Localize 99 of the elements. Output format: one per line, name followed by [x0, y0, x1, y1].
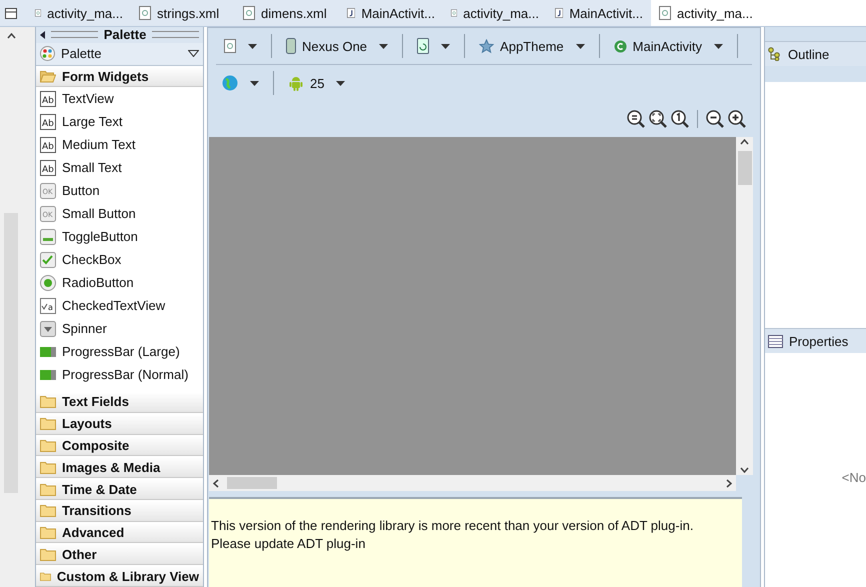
palette-item[interactable]: Ab Small Text — [36, 156, 203, 180]
checkbox-widget-icon — [40, 252, 56, 268]
text-widget-icon: Ab — [40, 90, 56, 107]
item-label: RadioButton — [62, 275, 134, 290]
theme-dropdown[interactable]: AppTheme — [475, 38, 589, 54]
scroll-up-icon[interactable] — [740, 139, 749, 145]
panel-title: Properties — [789, 334, 848, 348]
text-widget-icon: Ab — [40, 114, 56, 130]
item-label: Small Text — [62, 160, 122, 176]
item-label: Medium Text — [62, 137, 136, 152]
warning-message: This version of the rendering library is more recent than your version of ADT plug-in. — [211, 517, 694, 535]
dropdown-caret-icon[interactable] — [250, 80, 259, 86]
radio-widget-icon — [40, 274, 56, 291]
palette-icon — [40, 46, 55, 62]
text-widget-icon: Ab — [40, 160, 56, 176]
palette-item[interactable]: Ab TextView — [36, 87, 203, 110]
folder-icon — [40, 482, 56, 496]
panel-title: Outline — [788, 46, 830, 62]
activity-dropdown[interactable]: MainActivity — [610, 38, 727, 54]
zoom-real-size-icon[interactable] — [649, 110, 667, 128]
progress-widget-icon — [40, 370, 56, 380]
folder-icon — [40, 395, 56, 408]
device-dropdown[interactable]: Nexus One — [282, 38, 392, 54]
phone-icon — [286, 38, 296, 54]
zoom-out-icon[interactable] — [706, 110, 724, 128]
editor-tab[interactable]: strings.xml — [131, 0, 235, 26]
item-label: Large Text — [62, 114, 122, 130]
editor-tab[interactable]: activity_ma... — [443, 0, 547, 26]
dropdown-caret-icon[interactable] — [576, 44, 585, 48]
file-icon — [243, 6, 255, 20]
palette-item[interactable]: ProgressBar (Normal) — [36, 363, 203, 386]
file-icon — [224, 39, 236, 53]
dropdown-caret-icon[interactable] — [188, 50, 199, 58]
dropdown-caret-icon[interactable] — [379, 44, 388, 48]
palette-item[interactable]: Ab Large Text — [36, 110, 203, 134]
item-label: ToggleButton — [62, 229, 138, 244]
android-icon — [288, 75, 304, 91]
folder-icon — [40, 504, 56, 518]
zoom-actual-icon[interactable] — [671, 110, 689, 128]
open-folder-icon — [40, 70, 56, 83]
editor-tab[interactable]: dimens.xml — [235, 0, 339, 26]
editor-tab[interactable]: MainActivit... — [339, 0, 443, 26]
panel-title: Palette — [104, 27, 146, 42]
rotate-icon — [417, 38, 430, 54]
dropdown-caret-icon[interactable] — [714, 44, 723, 48]
folder-icon — [40, 438, 56, 452]
collapse-icon[interactable] — [40, 30, 45, 39]
palette-item[interactable]: a CheckedTextView — [36, 294, 203, 318]
file-icon — [139, 6, 151, 20]
dropdown-caret-icon[interactable] — [441, 44, 450, 48]
dropdown-caret-icon[interactable] — [336, 80, 346, 86]
scroll-down-icon[interactable] — [740, 467, 749, 473]
dropdown-caret-icon[interactable] — [248, 44, 257, 48]
java-file-icon — [555, 6, 564, 20]
scroll-left-icon[interactable] — [213, 478, 219, 488]
item-label: CheckedTextView — [62, 298, 166, 314]
globe-icon — [222, 75, 238, 91]
class-icon — [614, 40, 627, 52]
zoom-fit-icon[interactable] — [627, 110, 645, 128]
palette-item[interactable]: ProgressBar (Large) — [36, 340, 203, 364]
warning-message: Please update ADT plug-in — [211, 535, 366, 553]
item-label: CheckBox — [62, 252, 122, 268]
editor-tab[interactable]: activity_ma... — [651, 0, 866, 26]
palette-item[interactable]: Ab Medium Text — [36, 133, 203, 156]
item-label: ProgressBar (Normal) — [62, 367, 188, 382]
folder-icon — [40, 417, 56, 430]
api-level-dropdown[interactable]: 25 — [284, 75, 350, 91]
toggle-widget-icon — [40, 228, 56, 245]
java-file-icon — [347, 6, 356, 20]
folder-icon — [40, 548, 56, 561]
palette-item[interactable]: RadioButton — [36, 271, 203, 294]
selector-label: Palette — [61, 46, 102, 62]
item-label: Small Button — [62, 206, 136, 222]
progress-widget-icon — [40, 346, 56, 357]
editor-tab[interactable]: MainActivit... — [547, 0, 651, 26]
palette-item[interactable]: CheckBox — [36, 248, 203, 272]
folder-icon — [40, 526, 56, 540]
zoom-in-icon[interactable] — [728, 110, 746, 128]
scroll-right-icon[interactable] — [726, 478, 732, 488]
item-label: Spinner — [62, 321, 107, 336]
item-label: ProgressBar (Large) — [62, 344, 180, 360]
outline-icon — [768, 47, 782, 61]
folder-icon — [40, 570, 51, 583]
editor-tab[interactable]: activity_ma... — [27, 0, 131, 26]
empty-hint: <No — [842, 470, 866, 485]
star-icon — [479, 38, 494, 54]
file-icon — [659, 6, 671, 20]
palette-item[interactable]: Spinner — [36, 317, 203, 340]
folder-icon — [40, 460, 56, 474]
minimize-icon[interactable] — [5, 8, 17, 18]
palette-selector[interactable]: Palette — [36, 42, 203, 66]
text-widget-icon: Ab — [40, 136, 56, 153]
checked-text-widget-icon: a — [40, 298, 56, 314]
table-icon — [768, 334, 783, 348]
palette-item[interactable]: ToggleButton — [36, 225, 203, 248]
spinner-widget-icon — [40, 320, 56, 337]
item-label: TextView — [62, 91, 114, 106]
scroll-up-icon[interactable] — [7, 33, 16, 39]
item-label: Button — [62, 183, 100, 198]
